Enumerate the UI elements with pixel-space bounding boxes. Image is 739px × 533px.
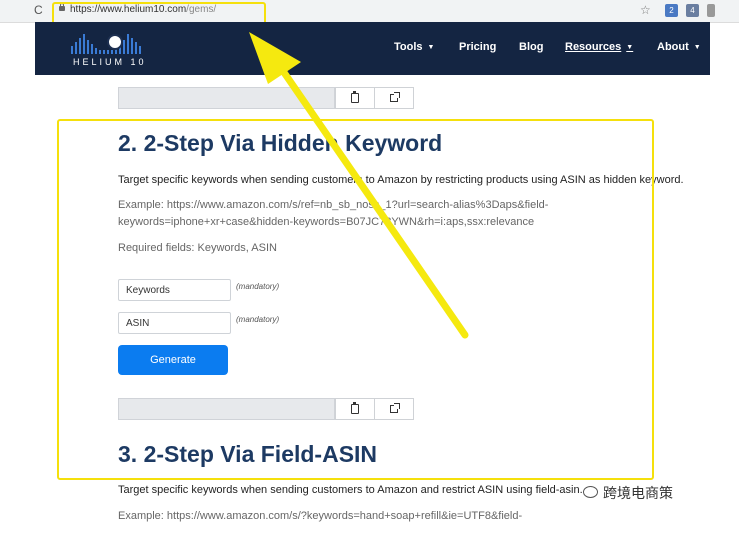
reload-icon[interactable]: C [34,3,43,17]
extension-icon[interactable]: 4 [686,4,699,17]
caret-down-icon: ▼ [693,44,701,51]
copy-button[interactable] [335,87,375,109]
nav-tools[interactable]: Tools ▼ [394,41,434,53]
logo-bars-icon [71,30,141,54]
nav-blog[interactable]: Blog [519,41,543,53]
section-description: Target specific keywords when sending cu… [118,484,583,496]
helium10-logo[interactable]: HELIUM 10 [71,30,183,70]
wechat-icon [583,486,598,498]
nav-resources[interactable]: Resources ▼ [565,41,633,53]
extension-icon[interactable] [707,4,715,17]
logo-swirl-icon [107,34,123,50]
site-header: HELIUM 10 Tools ▼ Pricing Blog Resources ▼… [35,22,710,75]
generated-url-field[interactable] [118,87,335,109]
nav-pricing[interactable]: Pricing [459,41,496,53]
nav-tools-label: Tools [394,41,423,53]
section-highlight-box [57,119,654,480]
open-link-button[interactable] [374,87,414,109]
generated-url-row [118,87,414,109]
nav-about[interactable]: About ▼ [657,41,701,53]
clipboard-icon [351,91,359,103]
extension-icon[interactable]: 2 [665,4,678,17]
example-url-line: Example: https://www.amazon.com/s/?keywo… [118,510,523,522]
caret-down-icon: ▼ [626,44,634,51]
watermark-text: 跨境电商策 [603,485,673,501]
nav-resources-label: Resources [565,41,622,53]
caret-down-icon: ▼ [427,44,435,51]
external-link-icon [390,92,400,102]
logo-text: HELIUM 10 [73,57,147,67]
star-icon[interactable]: ☆ [640,3,651,17]
nav-about-label: About [657,41,689,53]
